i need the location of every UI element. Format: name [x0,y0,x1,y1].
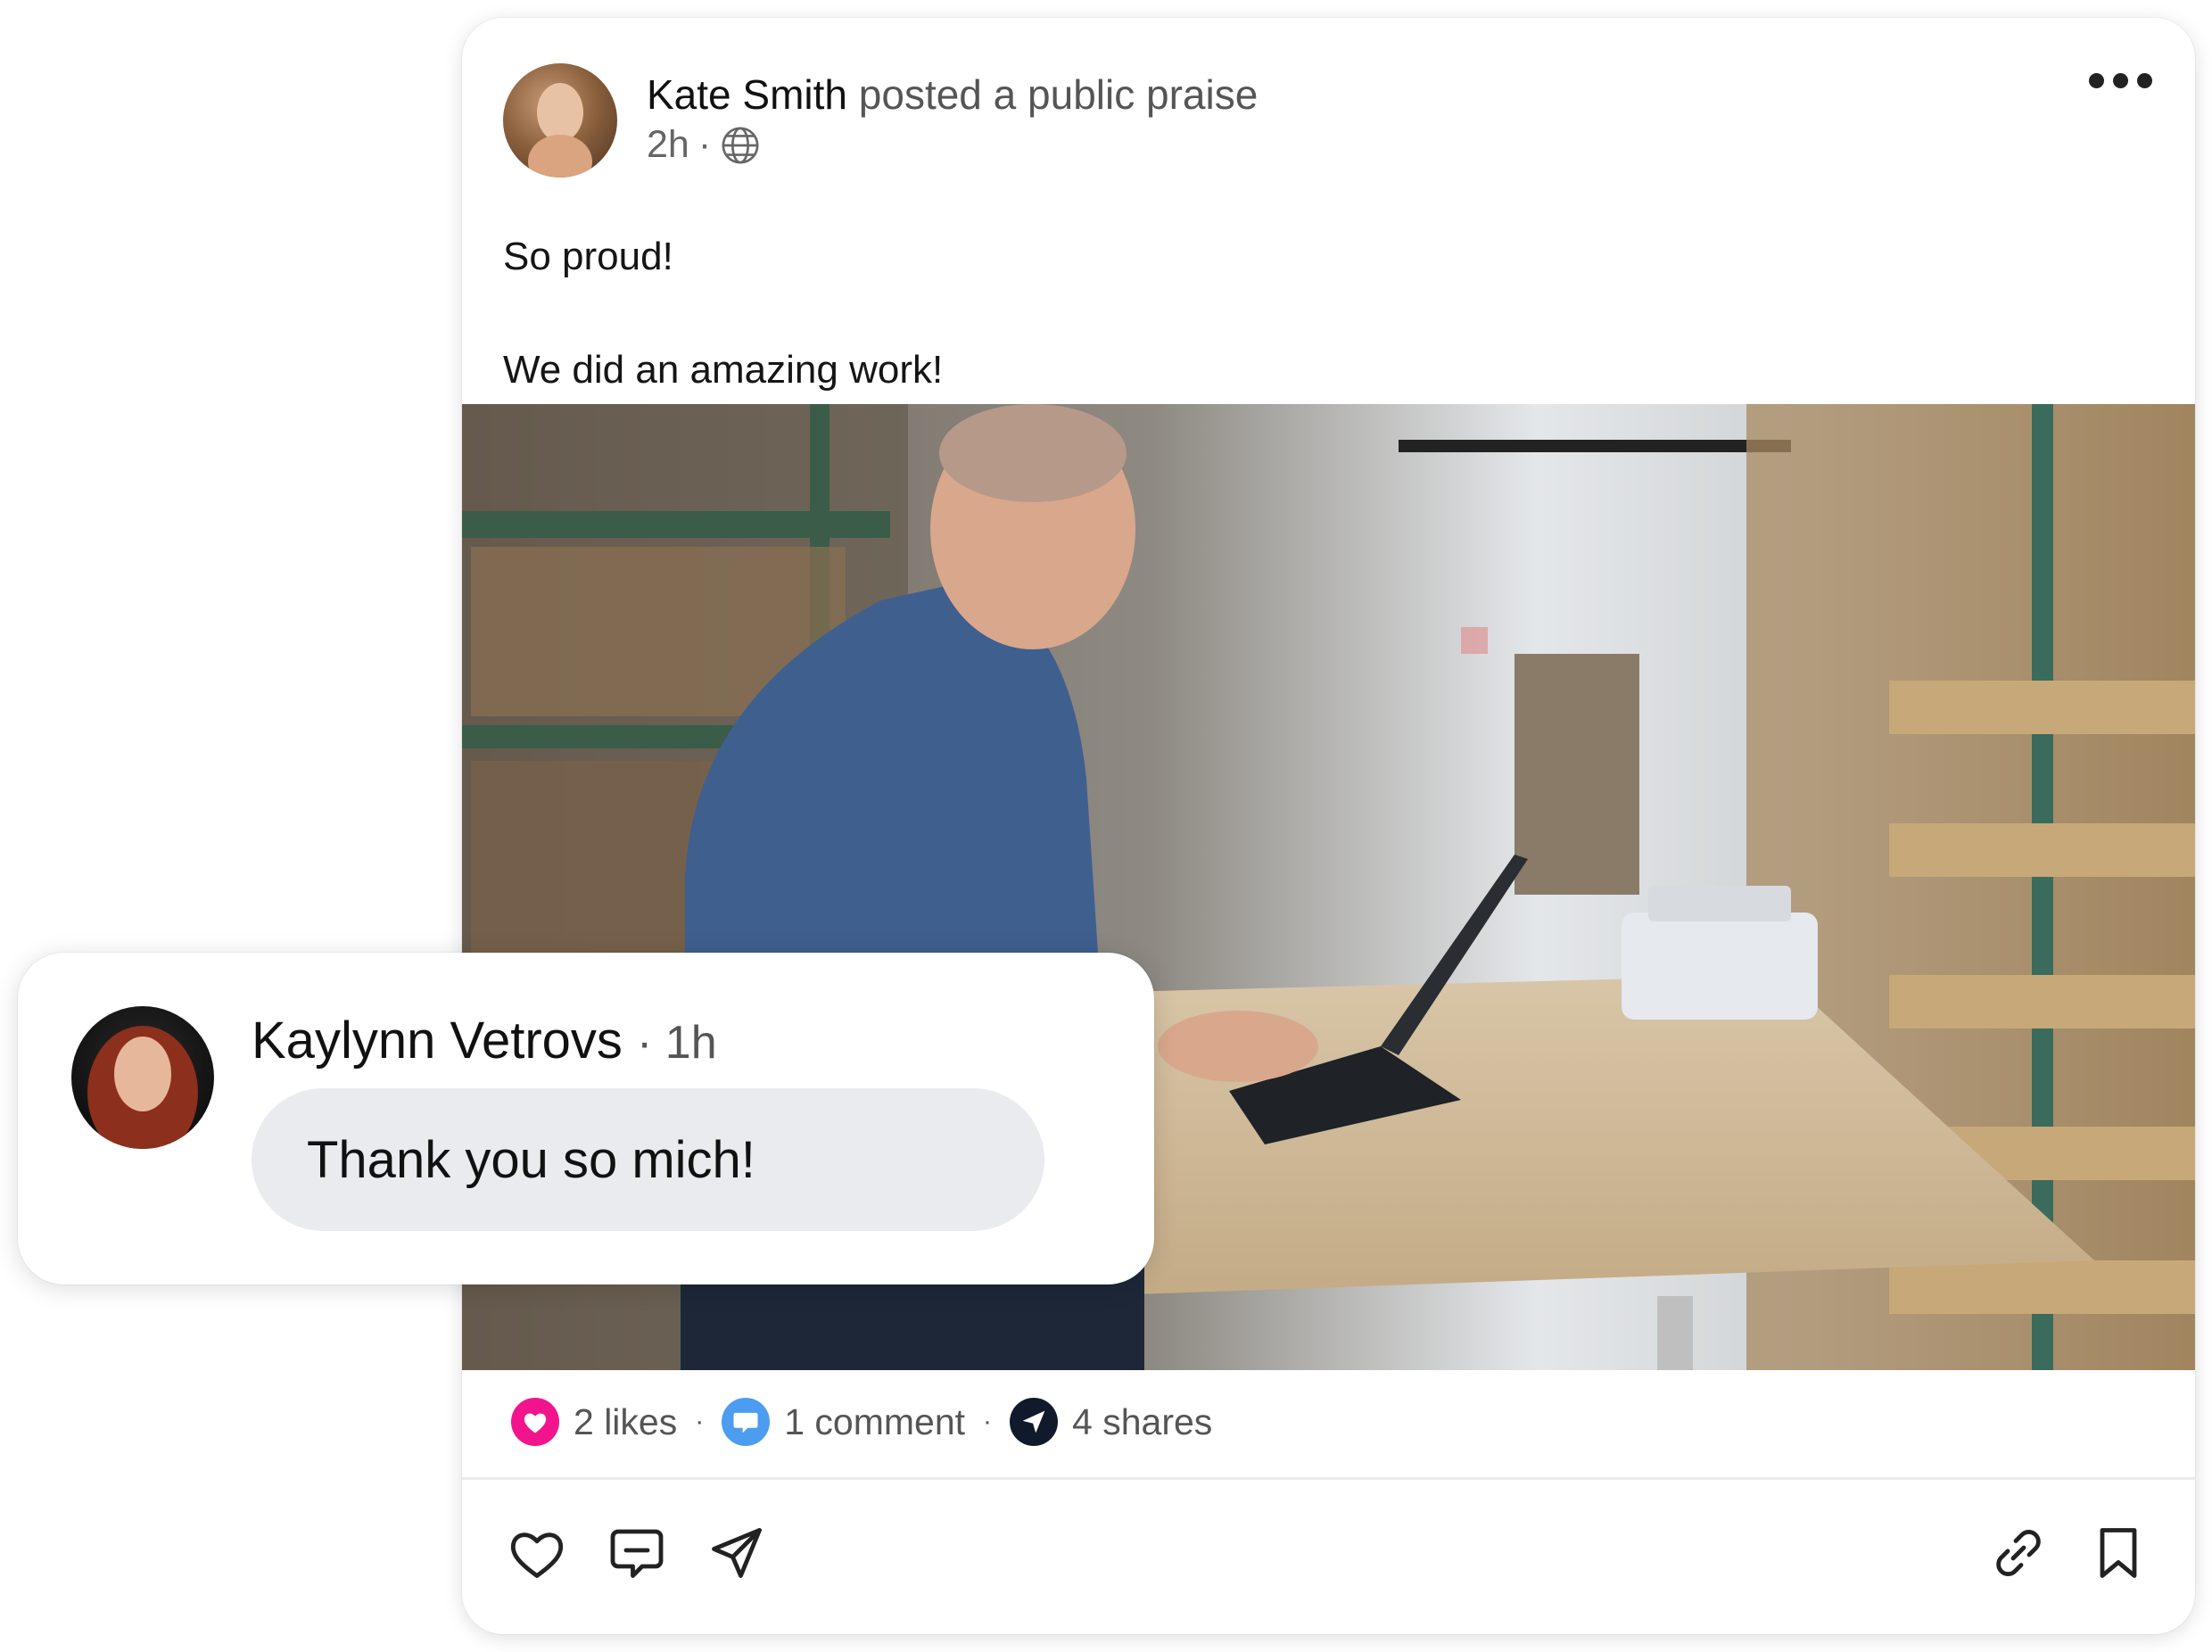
comment-card: Kaylynn Vetrovs · 1h Thank you so mich! [18,953,1154,1284]
post-actions [505,1521,769,1585]
post-meta: 2h · [647,123,761,167]
globe-icon [722,126,759,164]
author-avatar[interactable] [503,63,617,178]
comment-badge-icon [722,1398,771,1446]
comment-header: Kaylynn Vetrovs · 1h [252,1010,717,1072]
post-text-line-1: So proud! [503,235,673,278]
share-badge-icon [1010,1398,1059,1446]
commenter-name[interactable]: Kaylynn Vetrovs [252,1012,623,1070]
stats-separator: · [695,1407,705,1436]
comments-stat[interactable]: 1 comment [722,1398,965,1446]
likes-stat[interactable]: 2 likes [511,1398,677,1446]
stats-separator: · [983,1407,993,1436]
comments-count: 1 comment [784,1400,966,1442]
post-text-line-2: We did an amazing work! [503,348,944,392]
post-actions-secondary [1986,1521,2150,1585]
heart-icon[interactable] [505,1521,569,1585]
post-stats: 2 likes · 1 comment · 4 shares [511,1398,1212,1446]
post-header: Kate Smith posted a public praise [647,70,1258,121]
post-card: Kate Smith posted a public praise 2h · S… [462,18,2195,1634]
shares-count: 4 shares [1072,1400,1213,1442]
link-icon[interactable] [1986,1521,2051,1585]
avatar-face [537,83,583,142]
comment-time: · 1h [637,1017,717,1069]
more-dot [2137,73,2152,88]
comment-icon[interactable] [605,1521,669,1585]
likes-count: 2 likes [574,1400,678,1442]
avatar-shoulder [528,135,592,178]
avatar-face [114,1037,171,1111]
bookmark-icon[interactable] [2086,1521,2150,1585]
commenter-avatar[interactable] [71,1006,214,1149]
comment-bubble: Thank you so mich! [252,1088,1044,1231]
shares-stat[interactable]: 4 shares [1010,1398,1212,1446]
like-badge-icon [511,1398,559,1446]
meta-separator: · [697,123,712,166]
more-dot [2113,73,2128,88]
stats-divider [462,1477,2195,1480]
author-name[interactable]: Kate Smith [647,71,847,118]
more-dot [2089,73,2104,88]
send-icon[interactable] [705,1521,769,1585]
post-time: 2h [647,123,689,166]
more-options-button[interactable] [2089,73,2152,88]
post-action-text: posted a public praise [858,71,1259,118]
comment-text: Thank you so mich! [307,1130,755,1189]
